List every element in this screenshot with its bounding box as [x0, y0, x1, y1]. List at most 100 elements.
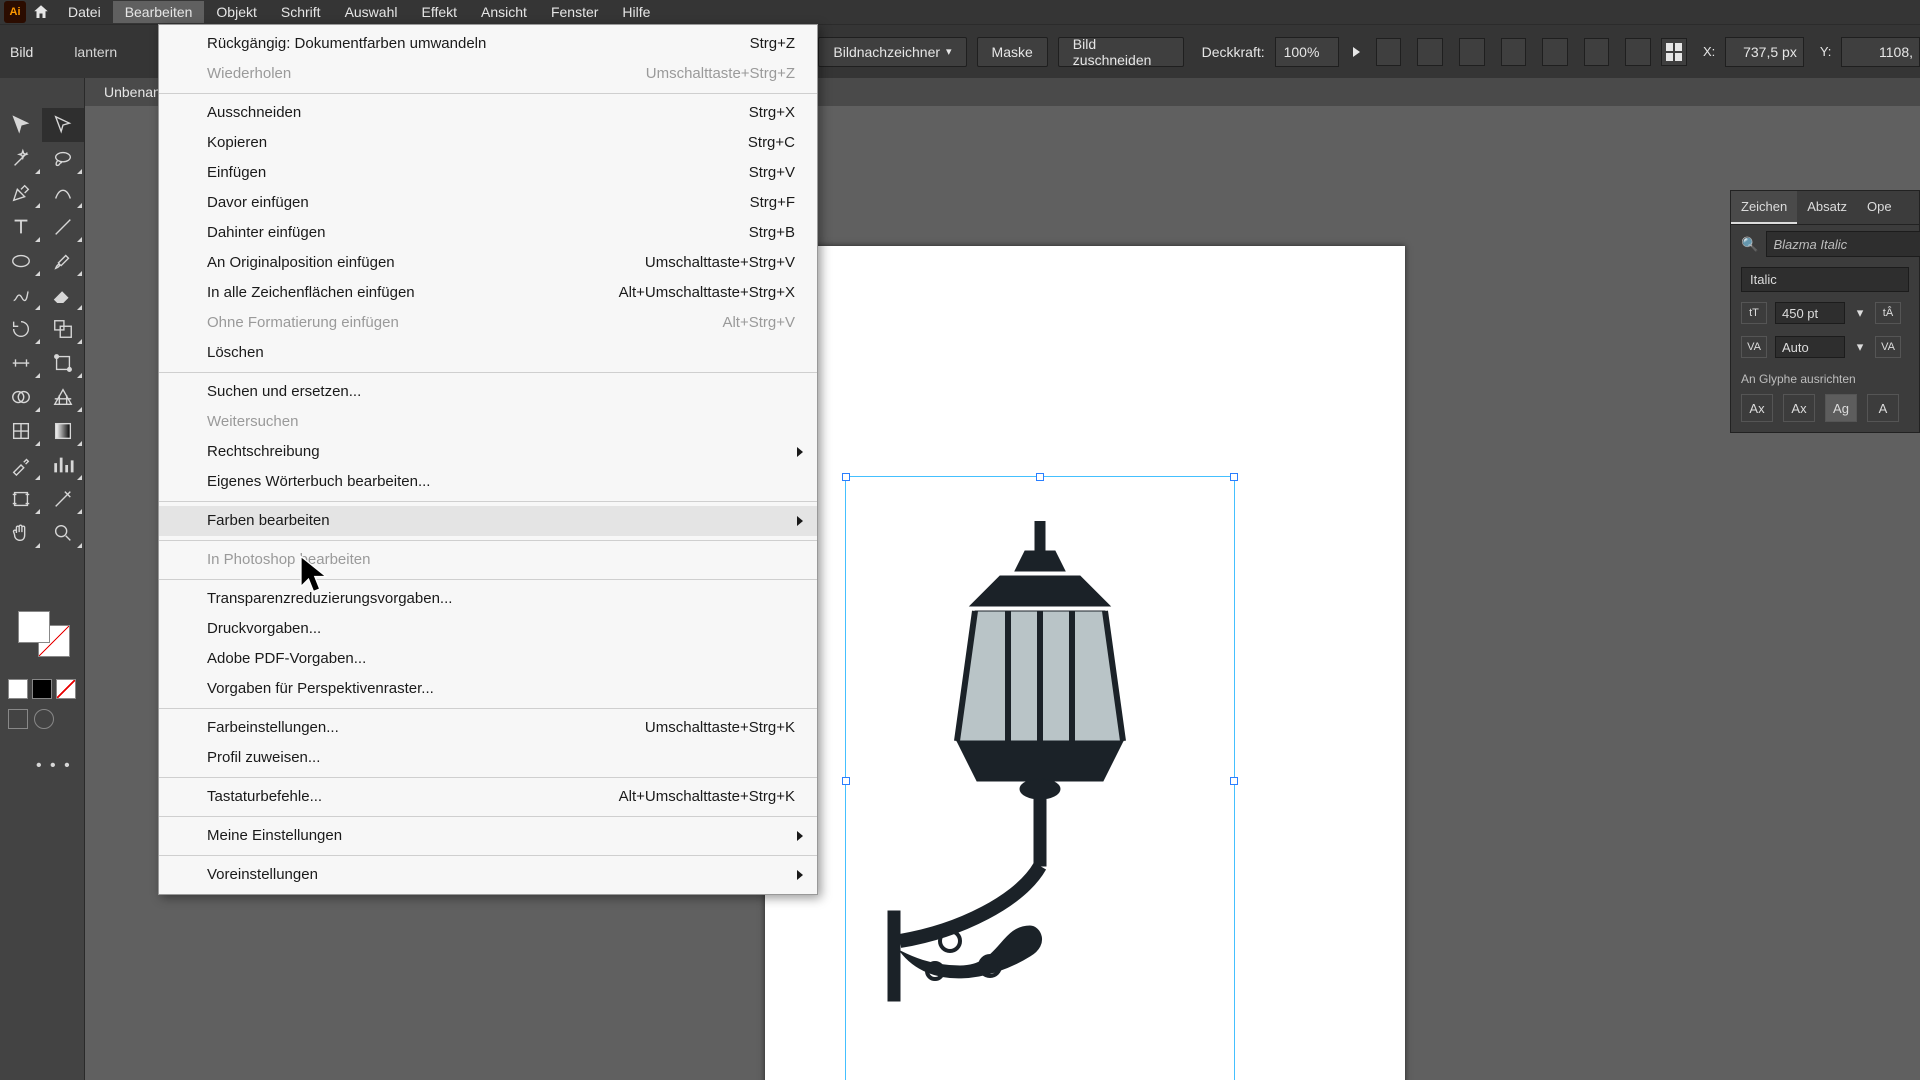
- handle-mid-left[interactable]: [842, 777, 850, 785]
- shape-builder-tool-icon[interactable]: [0, 380, 42, 414]
- direct-selection-tool-icon[interactable]: [42, 108, 84, 142]
- handle-top-left[interactable]: [842, 473, 850, 481]
- menu-datei[interactable]: Datei: [56, 1, 113, 23]
- mask-button[interactable]: Maske: [977, 37, 1048, 67]
- none-mode-icon[interactable]: [56, 679, 76, 699]
- slice-tool-icon[interactable]: [42, 482, 84, 516]
- paintbrush-tool-icon[interactable]: [42, 244, 84, 278]
- menu-auswahl[interactable]: Auswahl: [333, 1, 410, 23]
- rotate-tool-icon[interactable]: [0, 312, 42, 346]
- panel-tab-zeichen[interactable]: Zeichen: [1731, 191, 1797, 224]
- font-size-input[interactable]: 450 pt: [1775, 302, 1845, 324]
- menu-item-profil-zuweisen[interactable]: Profil zuweisen...: [159, 743, 817, 773]
- menu-item-farben-bearbeiten[interactable]: Farben bearbeiten: [159, 506, 817, 536]
- line-tool-icon[interactable]: [42, 210, 84, 244]
- fill-swatch[interactable]: [18, 611, 50, 643]
- draw-normal-icon[interactable]: [8, 709, 28, 729]
- artboard-tool-icon[interactable]: [0, 482, 42, 516]
- menu-hilfe[interactable]: Hilfe: [610, 1, 662, 23]
- menu-item-tastaturbefehle[interactable]: Tastaturbefehle...Alt+Umschalttaste+Strg…: [159, 782, 817, 812]
- menu-item-l-schen[interactable]: Löschen: [159, 338, 817, 368]
- align-center-icon[interactable]: [1459, 38, 1485, 66]
- opacity-expand-icon[interactable]: [1353, 47, 1360, 57]
- ellipse-tool-icon[interactable]: [0, 244, 42, 278]
- fill-stroke-swatch[interactable]: [18, 605, 70, 657]
- menu-item-suchen-und-ersetzen[interactable]: Suchen und ersetzen...: [159, 377, 817, 407]
- x-value[interactable]: 737,5 px: [1725, 37, 1804, 67]
- y-value[interactable]: 1108,: [1841, 37, 1920, 67]
- menu-item-druckvorgaben[interactable]: Druckvorgaben...: [159, 614, 817, 644]
- align-middle-icon[interactable]: [1584, 38, 1610, 66]
- image-selection[interactable]: [845, 476, 1235, 1080]
- menu-bearbeiten[interactable]: Bearbeiten: [113, 1, 205, 23]
- eraser-tool-icon[interactable]: [42, 278, 84, 312]
- font-size-dropdown-icon[interactable]: ▾: [1853, 305, 1867, 321]
- menu-item-rechtschreibung[interactable]: Rechtschreibung: [159, 437, 817, 467]
- menu-item-dahinter-einf-gen[interactable]: Dahinter einfügenStrg+B: [159, 218, 817, 248]
- menu-item-in-alle-zeichenfl-chen-einf-gen[interactable]: In alle Zeichenflächen einfügenAlt+Umsch…: [159, 278, 817, 308]
- menu-fenster[interactable]: Fenster: [539, 1, 610, 23]
- more-tools-icon[interactable]: • • •: [36, 757, 72, 775]
- glyph-snap-option[interactable]: Ag: [1825, 394, 1857, 422]
- free-transform-tool-icon[interactable]: [42, 346, 84, 380]
- column-graph-tool-icon[interactable]: [42, 448, 84, 482]
- menu-schrift[interactable]: Schrift: [269, 1, 333, 23]
- magic-wand-tool-icon[interactable]: [0, 142, 42, 176]
- menu-item-r-ckg-ngig-dokumentfarben-umwandeln[interactable]: Rückgängig: Dokumentfarben umwandelnStrg…: [159, 29, 817, 59]
- align-top-icon[interactable]: [1542, 38, 1568, 66]
- menu-item-transparenzreduzierungsvorgaben[interactable]: Transparenzreduzierungsvorgaben...: [159, 584, 817, 614]
- menu-item-ausschneiden[interactable]: AusschneidenStrg+X: [159, 98, 817, 128]
- kerning-input[interactable]: Auto: [1775, 336, 1845, 358]
- mesh-tool-icon[interactable]: [0, 414, 42, 448]
- hand-tool-icon[interactable]: [0, 516, 42, 550]
- selection-tool-icon[interactable]: [0, 108, 42, 142]
- transform-panel-icon[interactable]: [1661, 38, 1687, 66]
- opacity-value[interactable]: 100%: [1275, 37, 1339, 67]
- menu-item-voreinstellungen[interactable]: Voreinstellungen: [159, 860, 817, 890]
- eyedropper-tool-icon[interactable]: [0, 448, 42, 482]
- glyph-snap-option[interactable]: Ax: [1741, 394, 1773, 422]
- shaper-tool-icon[interactable]: [0, 278, 42, 312]
- handle-mid-right[interactable]: [1230, 777, 1238, 785]
- glyph-snap-option[interactable]: Ax: [1783, 394, 1815, 422]
- color-mode-icon[interactable]: [8, 679, 28, 699]
- artboard-options-icon[interactable]: [1376, 38, 1402, 66]
- menu-item-adobe-pdf-vorgaben[interactable]: Adobe PDF-Vorgaben...: [159, 644, 817, 674]
- menu-item-an-originalposition-einf-gen[interactable]: An Originalposition einfügenUmschalttast…: [159, 248, 817, 278]
- width-tool-icon[interactable]: [0, 346, 42, 380]
- pen-tool-icon[interactable]: [0, 176, 42, 210]
- menu-item-kopieren[interactable]: KopierenStrg+C: [159, 128, 817, 158]
- glyph-snap-option[interactable]: A: [1867, 394, 1899, 422]
- menu-item-meine-einstellungen[interactable]: Meine Einstellungen: [159, 821, 817, 851]
- scale-tool-icon[interactable]: [42, 312, 84, 346]
- kerning-dropdown-icon[interactable]: ▾: [1853, 339, 1867, 355]
- menu-ansicht[interactable]: Ansicht: [469, 1, 539, 23]
- image-trace-button[interactable]: Bildnachzeichner: [818, 37, 966, 67]
- menu-item-einf-gen[interactable]: EinfügenStrg+V: [159, 158, 817, 188]
- perspective-grid-tool-icon[interactable]: [42, 380, 84, 414]
- font-style-select[interactable]: Italic: [1741, 267, 1909, 292]
- align-right-icon[interactable]: [1501, 38, 1527, 66]
- zoom-tool-icon[interactable]: [42, 516, 84, 550]
- menu-item-davor-einf-gen[interactable]: Davor einfügenStrg+F: [159, 188, 817, 218]
- panel-tab-ope[interactable]: Ope: [1857, 191, 1902, 224]
- menu-objekt[interactable]: Objekt: [204, 1, 268, 23]
- gradient-tool-icon[interactable]: [42, 414, 84, 448]
- lasso-tool-icon[interactable]: [42, 142, 84, 176]
- home-icon[interactable]: [26, 3, 56, 21]
- menu-item-vorgaben-f-r-perspektivenraster[interactable]: Vorgaben für Perspektivenraster...: [159, 674, 817, 704]
- curvature-tool-icon[interactable]: [42, 176, 84, 210]
- gradient-mode-icon[interactable]: [32, 679, 52, 699]
- align-bottom-icon[interactable]: [1625, 38, 1651, 66]
- font-family-input[interactable]: [1766, 231, 1920, 257]
- panel-tab-absatz[interactable]: Absatz: [1797, 191, 1857, 224]
- handle-top-right[interactable]: [1230, 473, 1238, 481]
- handle-top-mid[interactable]: [1036, 473, 1044, 481]
- menu-effekt[interactable]: Effekt: [409, 1, 469, 23]
- align-left-icon[interactable]: [1417, 38, 1443, 66]
- draw-behind-icon[interactable]: [34, 709, 54, 729]
- crop-image-button[interactable]: Bild zuschneiden: [1058, 37, 1184, 67]
- menu-item-farbeinstellungen[interactable]: Farbeinstellungen...Umschalttaste+Strg+K: [159, 713, 817, 743]
- menu-item-eigenes-w-rterbuch-bearbeiten[interactable]: Eigenes Wörterbuch bearbeiten...: [159, 467, 817, 497]
- type-tool-icon[interactable]: [0, 210, 42, 244]
